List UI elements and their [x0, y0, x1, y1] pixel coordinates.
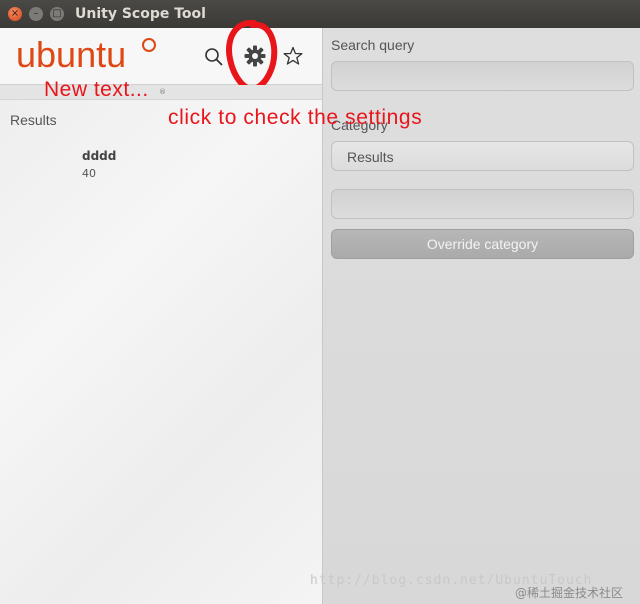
category-extra-input[interactable] [331, 189, 634, 219]
window-titlebar: × – □ Unity Scope Tool [0, 0, 640, 28]
search-icon[interactable] [204, 47, 224, 67]
maximize-window-button[interactable]: □ [50, 7, 64, 21]
override-category-button[interactable]: Override category [331, 229, 634, 259]
new-text-annotation: New text... [44, 78, 149, 101]
click-instruction-annotation: click to check the settings [168, 106, 423, 129]
ubuntu-logo: ubuntu [16, 34, 127, 75]
registered-mark: ® [159, 88, 166, 96]
search-query-input[interactable] [331, 61, 634, 91]
dash-header: ubuntu [0, 19, 322, 93]
result-subtitle: 40 [82, 167, 96, 180]
search-query-label: Search query [331, 37, 415, 53]
category-input[interactable]: Results [331, 141, 634, 171]
circle-of-friends-icon [142, 38, 156, 52]
results-category-header: Results [10, 112, 57, 128]
window-title: Unity Scope Tool [75, 6, 206, 22]
red-circle-annotation [226, 19, 278, 93]
star-icon[interactable] [283, 46, 303, 66]
site-watermark: @稀土掘金技术社区 [515, 586, 624, 600]
result-title[interactable]: dddd [82, 149, 116, 163]
close-window-button[interactable]: × [8, 7, 22, 21]
minimize-window-button[interactable]: – [29, 7, 43, 21]
